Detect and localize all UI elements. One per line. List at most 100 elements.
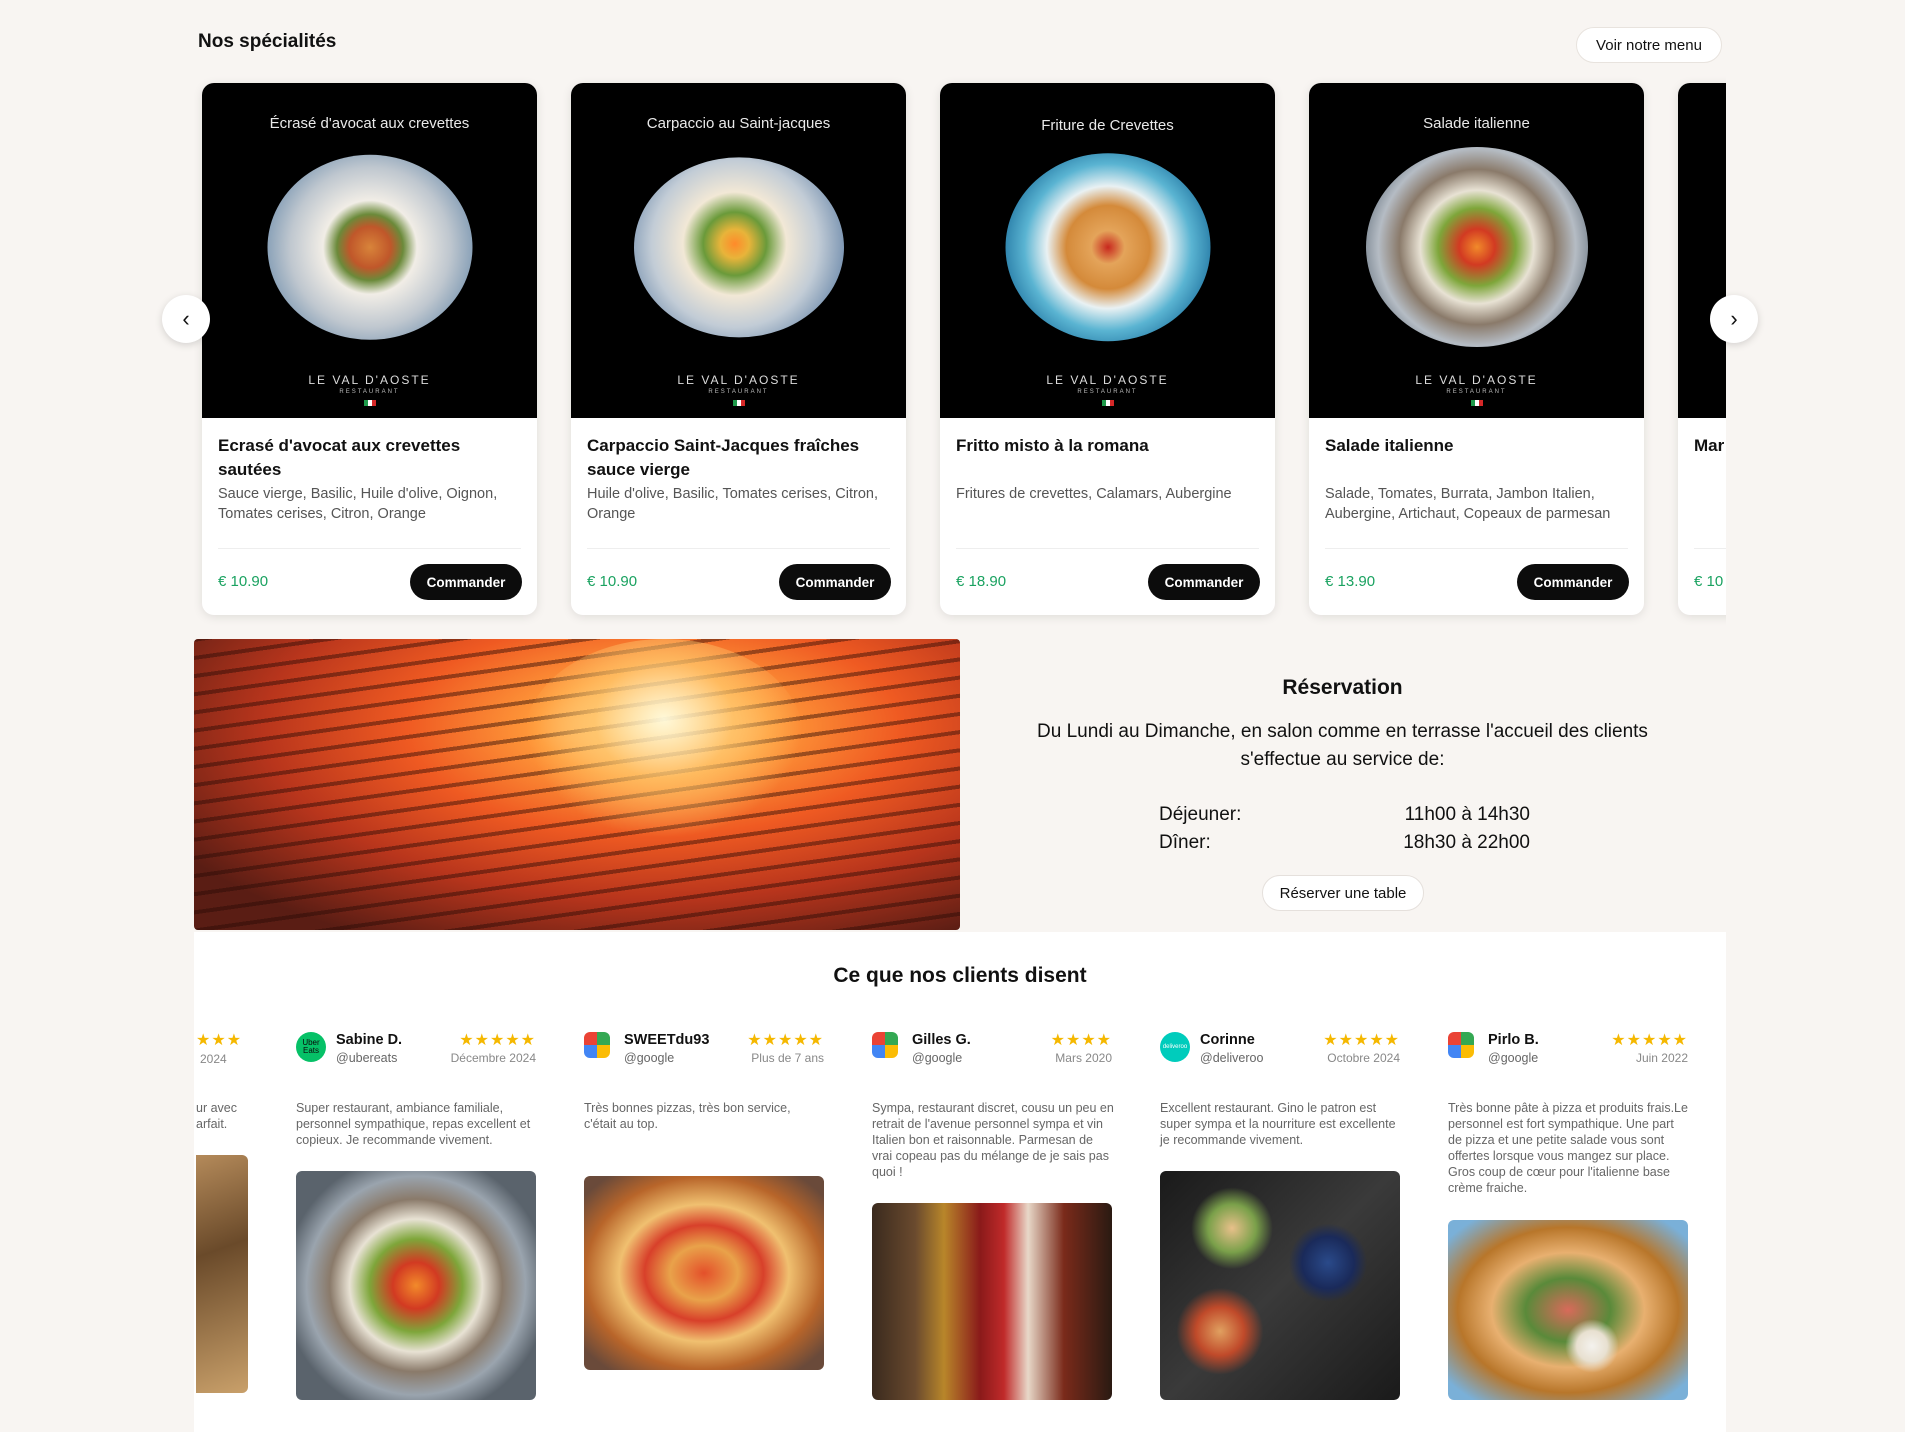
reviewer-name: Pirlo B. (1488, 1032, 1539, 1048)
order-button[interactable]: Commander (779, 564, 891, 600)
dish-price: € 10.90 (218, 573, 269, 590)
dish-photo (1365, 146, 1588, 347)
divider (956, 548, 1259, 549)
dish-title: Salade italienne (1325, 436, 1454, 455)
carousel-prev-button[interactable]: ‹ (162, 295, 210, 343)
view-menu-button[interactable]: Voir notre menu (1576, 27, 1722, 63)
chevron-right-icon: › (1730, 306, 1738, 331)
google-maps-icon (872, 1032, 898, 1058)
lunch-hours: 11h00 à 14h30 (1404, 804, 1530, 825)
brand-logo-subtext: RESTAURANT (1077, 389, 1138, 395)
dish-card: Mar € 10 (1678, 83, 1726, 615)
grill-video[interactable] (194, 639, 960, 930)
dish-title: Mar (1694, 436, 1725, 455)
divider (218, 548, 521, 549)
reviews-title: Ce que nos clients disent (833, 964, 1087, 987)
dish-title: Ecrasé d'avocat aux crevettes sautées (218, 436, 461, 479)
dish-image-caption: Carpaccio au Saint-jacques (646, 115, 831, 132)
reviewer-name: Corinne (1200, 1032, 1255, 1048)
review-stars: ★★★★★ (1611, 1032, 1688, 1049)
order-button[interactable]: Commander (410, 564, 522, 600)
dish-price: € 18.90 (956, 573, 1007, 590)
review-date: Juin 2022 (1635, 1051, 1688, 1065)
lunch-label: Déjeuner: (1159, 804, 1242, 825)
order-button[interactable]: Commander (1148, 564, 1260, 600)
dish-title: Carpaccio Saint-Jacques fraîches sauce v… (587, 436, 860, 479)
reviewer-handle: @ubereats (336, 1051, 398, 1065)
brand-logo-subtext: RESTAURANT (339, 389, 400, 395)
dish-card: Carpaccio au Saint-jacques LE VAL D'AOST… (571, 83, 906, 615)
dish-description: Sauce vierge, Basilic, Huile d'olive, Oi… (218, 486, 498, 522)
dish-title: Fritto misto à la romana (956, 436, 1149, 455)
review-stars: ★★★★ (1050, 1032, 1112, 1049)
dish-description: Huile d'olive, Basilic, Tomates cerises,… (587, 486, 878, 522)
reviewer-handle: @deliveroo (1200, 1051, 1264, 1065)
reviewer-name: Sabine D. (336, 1032, 403, 1048)
brand-logo-text: LE VAL D'AOSTE (308, 373, 431, 387)
dish-description: Fritures de crevettes, Calamars, Aubergi… (956, 486, 1232, 502)
book-table-button[interactable]: Réserver une table (1262, 875, 1424, 911)
italian-flag-icon (1470, 400, 1483, 406)
review-text: Très bonne pâte à pizza et produits frai… (1448, 1101, 1688, 1195)
brand-logo-text: LE VAL D'AOSTE (1046, 373, 1169, 387)
divider (1325, 548, 1628, 549)
review-text: Sympa, restaurant discret, cousu un peu … (872, 1101, 1114, 1179)
review-text: Super restaurant, ambiance familiale, pe… (296, 1101, 531, 1147)
dish-image (1678, 83, 1726, 418)
review-date: Mars 2020 (1055, 1051, 1112, 1065)
specialties-title: Nos spécialités (198, 31, 337, 52)
chevron-left-icon: ‹ (182, 306, 190, 331)
dish-image: Salade italienne LE VAL D'AOSTE RESTAURA… (1309, 83, 1644, 418)
dish-card: Salade italienne LE VAL D'AOSTE RESTAURA… (1309, 83, 1644, 615)
divider (587, 548, 890, 549)
dish-image: Écrasé d'avocat aux crevettes LE VAL D'A… (202, 83, 537, 418)
dish-price: € 10.90 (587, 573, 638, 590)
dish-description: Salade, Tomates, Burrata, Jambon Italien… (1325, 486, 1611, 522)
review-stars: ★★★★★ (1323, 1032, 1400, 1049)
italian-flag-icon (732, 400, 745, 406)
dish-photo (633, 156, 844, 337)
italian-flag-icon (363, 400, 376, 406)
review-date: Octobre 2024 (1327, 1051, 1400, 1065)
brand-logo-text: LE VAL D'AOSTE (677, 373, 800, 387)
review-stars: ★★★ (196, 1032, 243, 1049)
review-photo (296, 1171, 536, 1400)
review-stars: ★★★★★ (747, 1032, 824, 1049)
dish-price: € 13.90 (1325, 573, 1376, 590)
brand-logo-text: LE VAL D'AOSTE (1415, 373, 1538, 387)
review-text: Excellent restaurant. Gino le patron est… (1160, 1101, 1396, 1147)
dish-photo (1005, 152, 1210, 341)
dish-price: € 10 (1694, 573, 1724, 590)
dish-image: Friture de Crevettes LE VAL D'AOSTE REST… (940, 83, 1275, 418)
dish-photo (267, 154, 472, 340)
review-photo (1448, 1220, 1688, 1400)
review-text: ur avec arfait. (196, 1101, 237, 1131)
ubereats-avatar-icon: Uber Eats (296, 1032, 326, 1062)
dish-image-caption: Écrasé d'avocat aux crevettes (269, 115, 470, 132)
divider (1694, 548, 1726, 549)
review-photo (872, 1203, 1112, 1400)
dinner-hours: 18h30 à 22h00 (1403, 832, 1530, 853)
google-maps-icon (584, 1032, 610, 1058)
brand-logo-subtext: RESTAURANT (1446, 389, 1507, 395)
dinner-label: Dîner: (1159, 832, 1211, 853)
order-button[interactable]: Commander (1517, 564, 1629, 600)
dish-card: Écrasé d'avocat aux crevettes LE VAL D'A… (202, 83, 537, 615)
review-text: Très bonnes pizzas, très bon service, c'… (584, 1101, 791, 1131)
review-date: 2024 (200, 1052, 227, 1066)
specialties-carousel: Écrasé d'avocat aux crevettes LE VAL D'A… (194, 76, 1726, 631)
review-date: Plus de 7 ans (751, 1051, 824, 1065)
dish-image: Carpaccio au Saint-jacques LE VAL D'AOST… (571, 83, 906, 418)
reviewer-handle: @google (1488, 1051, 1539, 1065)
brand-logo-subtext: RESTAURANT (708, 389, 769, 395)
review-photo (196, 1155, 248, 1393)
italian-flag-icon (1101, 400, 1114, 406)
google-maps-icon (1448, 1032, 1474, 1058)
reservation-text: Du Lundi au Dimanche, en salon comme en … (1037, 721, 1648, 770)
dish-image-caption: Friture de Crevettes (1041, 117, 1174, 134)
review-photo (1160, 1171, 1400, 1400)
reservation-title: Réservation (1282, 676, 1403, 699)
carousel-next-button[interactable]: › (1710, 295, 1758, 343)
reviewer-name: SWEETdu93 (624, 1032, 710, 1048)
deliveroo-avatar-icon: deliveroo (1160, 1032, 1190, 1062)
